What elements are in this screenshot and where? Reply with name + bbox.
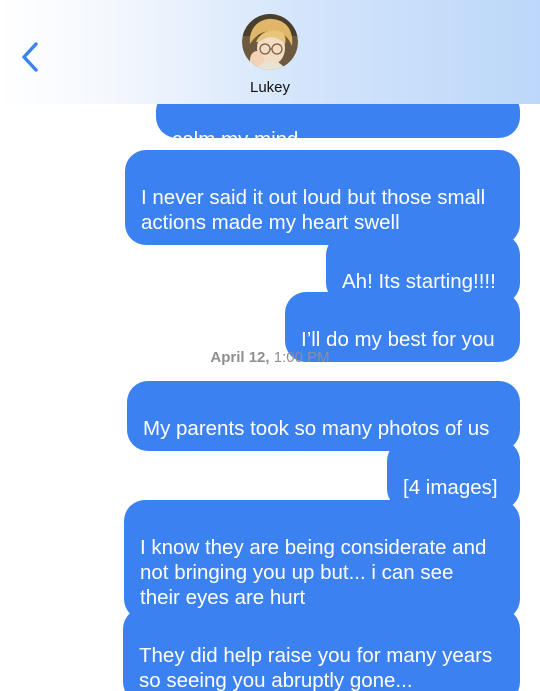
message-bubble[interactable]: I know they are being considerate and no…	[124, 500, 532, 621]
timestamp-time: 1:00 PM	[273, 349, 330, 366]
message-timestamp: April 12, 1:00 PM	[0, 349, 540, 366]
message-text: They did help raise you for many years s…	[139, 644, 493, 691]
conversation-header: Lukey	[0, 0, 540, 104]
message-text: [4 images]	[403, 476, 498, 499]
message-bubble[interactable]: I never said it out loud but those small…	[125, 150, 532, 246]
message-text: My parents took so many photos of us	[143, 417, 490, 440]
message-text: Ah! Its starting!!!!	[342, 270, 496, 293]
contact-name[interactable]: Lukey	[0, 79, 540, 96]
message-text: I never said it out loud but those small…	[141, 186, 486, 234]
avatar-image	[242, 14, 298, 70]
contact-avatar[interactable]	[242, 14, 298, 70]
message-text: I’ll do my best for you	[301, 328, 495, 351]
chevron-left-icon	[22, 42, 38, 72]
message-bubble[interactable]: They did help raise you for many years s…	[123, 608, 532, 691]
conversation-screen: calm my mind I never said it out loud bu…	[0, 0, 540, 691]
message-text: I know they are being considerate and no…	[140, 536, 487, 609]
back-button[interactable]	[14, 36, 50, 78]
timestamp-date: April 12,	[210, 349, 270, 366]
message-text: calm my mind	[172, 128, 299, 151]
